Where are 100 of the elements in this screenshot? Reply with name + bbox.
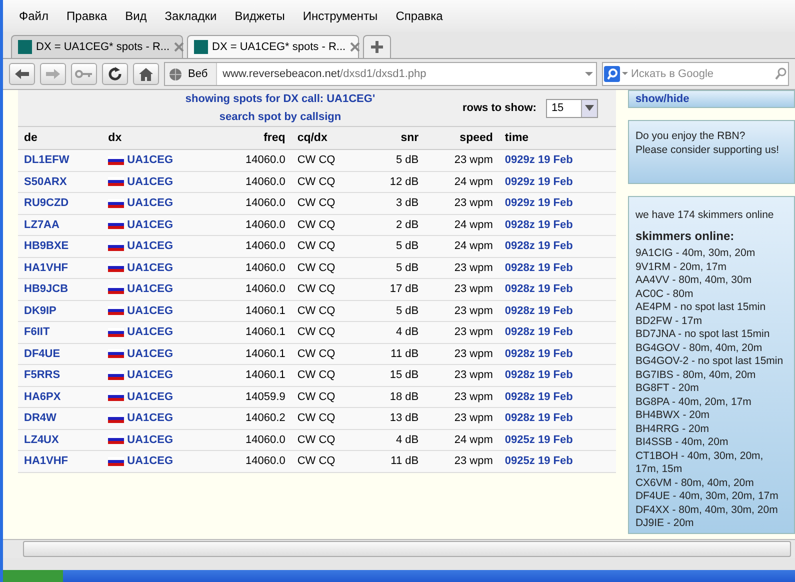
callsign-link[interactable]: UA1CEG	[127, 176, 174, 188]
callsign-link[interactable]: 0928z 19 Feb	[498, 343, 616, 364]
callsign-link[interactable]: UA1CEG	[102, 214, 216, 236]
table-cell: 23 wpm	[424, 408, 499, 429]
callsign-link[interactable]: UA1CEG	[102, 386, 216, 408]
callsign-link[interactable]: LZ7AA	[18, 214, 102, 236]
menu-item[interactable]: Вид	[117, 9, 155, 23]
table-cell: 23 wpm	[424, 257, 499, 278]
callsign-link[interactable]: 0928z 19 Feb	[498, 214, 616, 236]
rows-select[interactable]: 15	[546, 98, 598, 118]
table-cell: CW CQ	[291, 214, 365, 236]
callsign-link[interactable]: UA1CEG	[127, 283, 174, 296]
home-button[interactable]	[133, 63, 159, 85]
close-icon[interactable]	[174, 42, 184, 52]
callsign-link[interactable]: 0929z 19 Feb	[498, 150, 616, 171]
callsign-link[interactable]: UA1CEG	[127, 326, 174, 338]
menu-item[interactable]: Справка	[388, 9, 451, 23]
flag-icon	[108, 284, 124, 294]
menu-item[interactable]: Файл	[11, 9, 57, 23]
callsign-link[interactable]: UA1CEG	[127, 262, 174, 274]
callsign-link[interactable]: 0928z 19 Feb	[498, 257, 616, 278]
browser-tab[interactable]: DX = UA1CEG* spots - R...	[11, 35, 183, 58]
skimmer-entry: AC0C - 80m	[635, 288, 694, 301]
rows-label: rows to show:	[462, 102, 536, 114]
callsign-link[interactable]: UA1CEG	[127, 304, 174, 317]
table-cell: CW CQ	[291, 322, 365, 343]
callsign-link[interactable]: UA1CEG	[102, 364, 216, 386]
callsign-link[interactable]: LZ4UX	[18, 429, 102, 450]
callsign-link[interactable]: 0928z 19 Feb	[498, 408, 616, 429]
callsign-link[interactable]: UA1CEG	[102, 150, 216, 171]
close-icon[interactable]	[350, 42, 360, 52]
key-button[interactable]	[71, 63, 97, 85]
callsign-link[interactable]: UA1CEG	[102, 236, 216, 257]
callsign-link[interactable]: 0928z 19 Feb	[498, 364, 616, 386]
callsign-link[interactable]: UA1CEG	[127, 390, 174, 403]
callsign-link[interactable]: F5RRS	[18, 364, 102, 386]
callsign-link[interactable]: UA1CEG	[127, 455, 174, 468]
callsign-link[interactable]: UA1CEG	[102, 171, 216, 192]
horizontal-scrollbar[interactable]	[3, 539, 795, 558]
search-icon[interactable]	[774, 67, 788, 81]
menu-item[interactable]: Закладки	[156, 9, 225, 23]
table-cell: 12 dB	[364, 171, 425, 192]
forward-button[interactable]	[40, 63, 66, 85]
back-button[interactable]	[9, 63, 35, 85]
callsign-link[interactable]: RU9CZD	[18, 192, 102, 214]
callsign-link[interactable]: UA1CEG	[127, 154, 174, 166]
callsign-link[interactable]: S50ARX	[18, 171, 102, 192]
show-hide-link[interactable]: show/hide	[635, 93, 690, 105]
menu-item[interactable]: Виджеты	[226, 9, 293, 23]
spots-heading[interactable]: showing spots for DX call: UA1CEG'	[185, 93, 376, 105]
callsign-link[interactable]: 0928z 19 Feb	[498, 278, 616, 300]
callsign-link[interactable]: UA1CEG	[102, 300, 216, 322]
callsign-link[interactable]: UA1CEG	[102, 408, 216, 429]
start-button[interactable]	[3, 570, 63, 582]
search-bar[interactable]: Искать в Google	[602, 62, 789, 86]
callsign-link[interactable]: 0925z 19 Feb	[498, 450, 616, 472]
scroll-thumb[interactable]	[23, 541, 791, 557]
callsign-link[interactable]: UA1CEG	[127, 348, 174, 360]
callsign-link[interactable]: 0925z 19 Feb	[498, 429, 616, 450]
callsign-link[interactable]: UA1CEG	[102, 192, 216, 214]
callsign-link[interactable]: UA1CEG	[127, 240, 174, 252]
menu-item[interactable]: Инструменты	[294, 9, 386, 23]
menu-item[interactable]: Правка	[58, 9, 116, 23]
callsign-link[interactable]: DR4W	[18, 408, 102, 429]
table-cell: 11 dB	[364, 450, 425, 472]
callsign-link[interactable]: UA1CEG	[102, 450, 216, 472]
callsign-link[interactable]: HA1VHF	[18, 257, 102, 278]
callsign-link[interactable]: 0928z 19 Feb	[498, 236, 616, 257]
callsign-link[interactable]: 0929z 19 Feb	[498, 192, 616, 214]
callsign-link[interactable]: DK9IP	[18, 300, 102, 322]
reload-button[interactable]	[102, 63, 128, 85]
callsign-link[interactable]: HA6PX	[18, 386, 102, 408]
callsign-link[interactable]: HA1VHF	[18, 450, 102, 472]
callsign-link[interactable]: UA1CEG	[127, 412, 174, 424]
search-engine-icon[interactable]	[603, 65, 629, 83]
callsign-link[interactable]: HB9JCB	[18, 278, 102, 300]
new-tab-button[interactable]	[363, 35, 391, 58]
callsign-link[interactable]: UA1CEG	[127, 369, 174, 382]
callsign-link[interactable]: 0929z 19 Feb	[498, 171, 616, 192]
callsign-link[interactable]: UA1CEG	[127, 434, 174, 446]
address-field[interactable]: Веб www.reversebeacon.net/dxsd1/dxsd1.php	[164, 62, 597, 86]
callsign-link[interactable]: UA1CEG	[102, 429, 216, 450]
site-icon	[18, 40, 32, 54]
callsign-link[interactable]: UA1CEG	[102, 322, 216, 343]
table-cell: 2 dB	[364, 214, 425, 236]
callsign-link[interactable]: UA1CEG	[127, 218, 174, 231]
callsign-link[interactable]: UA1CEG	[102, 343, 216, 364]
callsign-link[interactable]: UA1CEG	[127, 197, 174, 210]
callsign-link[interactable]: 0928z 19 Feb	[498, 300, 616, 322]
callsign-link[interactable]: UA1CEG	[102, 278, 216, 300]
callsign-link[interactable]: UA1CEG	[102, 257, 216, 278]
skimmer-entry: BI4SSB - 40m, 20m	[635, 436, 730, 450]
callsign-link[interactable]: DL1EFW	[18, 150, 102, 171]
search-link[interactable]: search spot by callsign	[219, 111, 342, 123]
callsign-link[interactable]: DF4UE	[18, 343, 102, 364]
callsign-link[interactable]: HB9BXE	[18, 236, 102, 257]
browser-tab[interactable]: DX = UA1CEG* spots - R...	[187, 35, 359, 58]
callsign-link[interactable]: F6IIT	[18, 322, 102, 343]
callsign-link[interactable]: 0928z 19 Feb	[498, 322, 616, 343]
callsign-link[interactable]: 0928z 19 Feb	[498, 386, 616, 408]
